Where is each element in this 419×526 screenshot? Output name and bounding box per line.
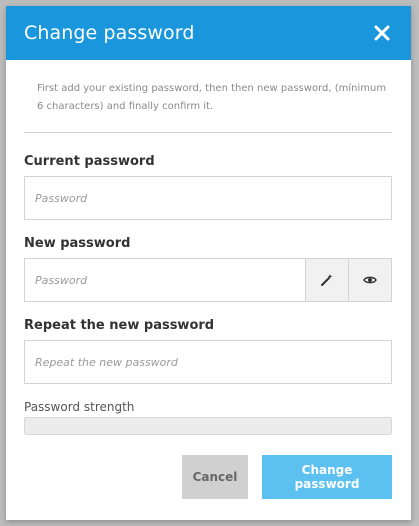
current-password-label: Current password bbox=[24, 154, 155, 169]
dialog-title: Change password bbox=[24, 22, 195, 44]
close-icon[interactable] bbox=[371, 22, 393, 44]
eye-icon bbox=[363, 276, 377, 284]
current-password-field bbox=[24, 176, 392, 220]
generate-password-button[interactable] bbox=[305, 259, 348, 301]
password-strength-label: Password strength bbox=[24, 400, 135, 414]
dialog-header: Change password bbox=[6, 6, 411, 60]
dialog-instructions: First add your existing password, then t… bbox=[37, 83, 387, 112]
repeat-password-label: Repeat the new password bbox=[24, 318, 215, 333]
new-password-field bbox=[24, 258, 392, 302]
magic-wand-icon bbox=[321, 274, 333, 286]
change-password-dialog: Change password First add your existing … bbox=[6, 6, 411, 520]
cancel-button[interactable]: Cancel bbox=[182, 455, 248, 499]
new-password-input[interactable] bbox=[25, 259, 305, 301]
password-strength-meter bbox=[24, 417, 392, 435]
reveal-password-button[interactable] bbox=[348, 259, 391, 301]
repeat-password-field bbox=[24, 340, 392, 384]
current-password-input[interactable] bbox=[25, 177, 391, 219]
divider bbox=[24, 132, 392, 133]
new-password-label: New password bbox=[24, 236, 131, 251]
repeat-password-input[interactable] bbox=[25, 341, 391, 383]
change-password-button[interactable]: Change password bbox=[262, 455, 392, 499]
